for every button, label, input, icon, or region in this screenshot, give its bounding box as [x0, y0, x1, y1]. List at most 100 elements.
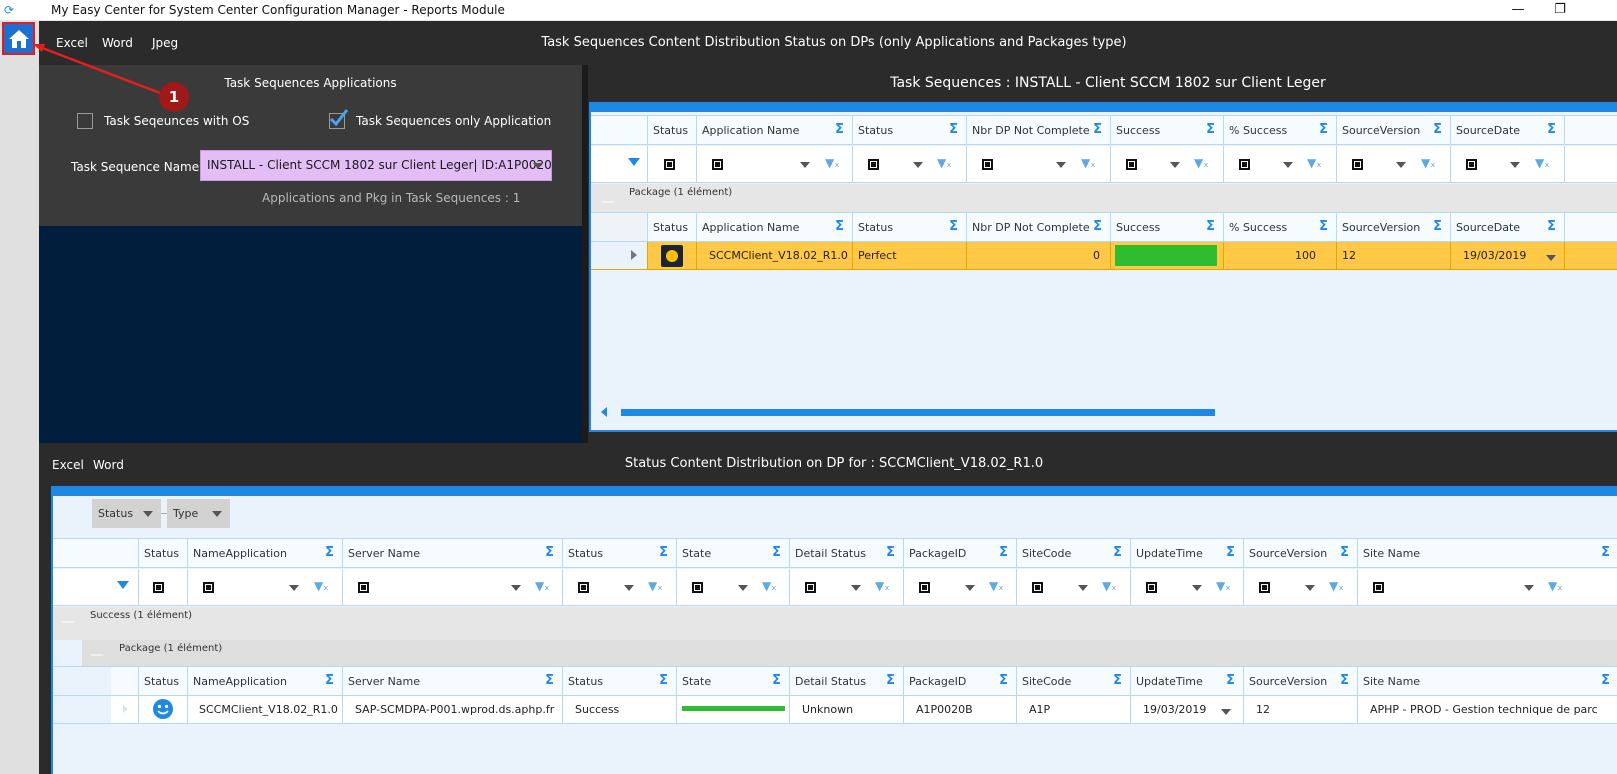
sigma-icon[interactable]: Σ: [1206, 219, 1215, 234]
clear-filter-icon[interactable]: ▼ₓ: [1216, 579, 1231, 593]
chevron-down-icon[interactable]: [289, 585, 299, 591]
clear-filter-icon[interactable]: ▼ₓ: [1535, 156, 1550, 170]
sigma-icon[interactable]: Σ: [949, 122, 958, 137]
clear-filter-icon[interactable]: ▼ₓ: [1102, 579, 1117, 593]
sigma-icon[interactable]: Σ: [1319, 122, 1328, 137]
sigma-icon[interactable]: Σ: [1093, 122, 1102, 137]
filter-operator-icon[interactable]: [1126, 159, 1137, 170]
chevron-down-icon[interactable]: [1305, 585, 1315, 591]
header-server-name[interactable]: Server Name Σ: [343, 539, 563, 567]
filter-operator-icon[interactable]: [692, 582, 703, 593]
header-update-time[interactable]: UpdateTime Σ: [1131, 539, 1244, 567]
sigma-icon[interactable]: Σ: [1226, 545, 1235, 560]
filter-operator-icon[interactable]: [1466, 159, 1477, 170]
header-source-version[interactable]: SourceVersion Σ: [1244, 667, 1358, 695]
header-state[interactable]: State Σ: [677, 667, 790, 695]
filter-operator-icon[interactable]: [1239, 159, 1250, 170]
clear-filter-icon[interactable]: ▼ₓ: [1081, 156, 1096, 170]
collapse-icon[interactable]: —: [601, 194, 615, 210]
collapse-icon[interactable]: —: [61, 614, 75, 630]
sigma-icon[interactable]: Σ: [1206, 122, 1215, 137]
header-site-code[interactable]: SiteCode Σ: [1017, 667, 1131, 695]
home-button[interactable]: [2, 22, 35, 55]
sigma-icon[interactable]: Σ: [325, 673, 334, 688]
sigma-icon[interactable]: Σ: [659, 673, 668, 688]
sigma-icon[interactable]: Σ: [1113, 545, 1122, 560]
checkbox-ts-with-os[interactable]: [77, 113, 93, 129]
header-percent-success[interactable]: % Success Σ: [1224, 116, 1337, 144]
sigma-icon[interactable]: Σ: [999, 673, 1008, 688]
chevron-down-icon[interactable]: [913, 162, 923, 168]
filter-operator-icon[interactable]: [358, 582, 369, 593]
sigma-icon[interactable]: Σ: [1226, 673, 1235, 688]
filter-operator-icon[interactable]: [1373, 582, 1384, 593]
sigma-icon[interactable]: Σ: [1547, 122, 1556, 137]
filter-operator-icon[interactable]: [1032, 582, 1043, 593]
header-nbr-dp[interactable]: Nbr DP Not Complete Σ: [967, 213, 1111, 241]
sigma-icon[interactable]: Σ: [545, 545, 554, 560]
chevron-down-icon[interactable]: [1170, 162, 1180, 168]
ts-name-dropdown[interactable]: INSTALL - Client SCCM 1802 sur Client Le…: [200, 150, 552, 181]
header-detail-status[interactable]: Detail Status Σ: [790, 539, 904, 567]
chevron-down-icon[interactable]: [738, 585, 748, 591]
chevron-down-icon[interactable]: [1078, 585, 1088, 591]
filter-operator-icon[interactable]: [1146, 582, 1157, 593]
header-status-icon[interactable]: Status: [139, 539, 188, 567]
collapse-icon[interactable]: —: [90, 647, 104, 663]
filter-operator-icon[interactable]: [153, 582, 164, 593]
sigma-icon[interactable]: Σ: [1093, 219, 1102, 234]
header-source-version[interactable]: SourceVersion Σ: [1337, 116, 1451, 144]
clear-filter-icon[interactable]: ▼ₓ: [648, 579, 663, 593]
header-state[interactable]: State Σ: [677, 539, 790, 567]
sigma-icon[interactable]: Σ: [1601, 545, 1610, 560]
panel-splitter[interactable]: [582, 65, 588, 443]
sigma-icon[interactable]: Σ: [886, 673, 895, 688]
group-chip-status[interactable]: Status: [92, 499, 161, 528]
header-status[interactable]: Status Σ: [563, 667, 677, 695]
sigma-icon[interactable]: Σ: [659, 545, 668, 560]
header-success[interactable]: Success Σ: [1111, 213, 1224, 241]
clear-filter-icon[interactable]: ▼ₓ: [937, 156, 952, 170]
scroll-left-icon[interactable]: [601, 407, 607, 417]
sigma-icon[interactable]: Σ: [1340, 673, 1349, 688]
header-status-icon[interactable]: Status: [139, 667, 188, 695]
filter-operator-icon[interactable]: [982, 159, 993, 170]
sigma-icon[interactable]: Σ: [1433, 122, 1442, 137]
chevron-down-icon[interactable]: [1546, 255, 1556, 261]
sigma-icon[interactable]: Σ: [1601, 673, 1610, 688]
filter-funnel-icon[interactable]: [117, 581, 129, 589]
header-percent-success[interactable]: % Success Σ: [1224, 213, 1337, 241]
header-source-version[interactable]: SourceVersion Σ: [1244, 539, 1358, 567]
header-detail-status[interactable]: Detail Status Σ: [790, 667, 904, 695]
sigma-icon[interactable]: Σ: [835, 122, 844, 137]
group-chip-type[interactable]: Type: [167, 499, 230, 528]
chevron-down-icon[interactable]: [1524, 585, 1534, 591]
table-row[interactable]: SCCMClient_V18.02_R1.0 SAP-SCMDPA-P001.w…: [53, 696, 1617, 724]
header-status-icon[interactable]: Status: [648, 213, 697, 241]
chevron-down-icon[interactable]: [1221, 709, 1231, 715]
header-status-icon[interactable]: Status: [648, 116, 697, 144]
header-update-time[interactable]: UpdateTime Σ: [1131, 667, 1244, 695]
clear-filter-icon[interactable]: ▼ₓ: [875, 579, 890, 593]
clear-filter-icon[interactable]: ▼ₓ: [1194, 156, 1209, 170]
chevron-down-icon[interactable]: [965, 585, 975, 591]
sigma-icon[interactable]: Σ: [999, 545, 1008, 560]
filter-operator-icon[interactable]: [203, 582, 214, 593]
chevron-down-icon[interactable]: [1192, 585, 1202, 591]
clear-filter-icon[interactable]: ▼ₓ: [989, 579, 1004, 593]
filter-operator-icon[interactable]: [1352, 159, 1363, 170]
filter-operator-icon[interactable]: [664, 159, 675, 170]
header-application-name[interactable]: Application Name Σ: [697, 116, 853, 144]
chevron-down-icon[interactable]: [851, 585, 861, 591]
expand-arrow-icon[interactable]: [631, 250, 637, 260]
filter-operator-icon[interactable]: [868, 159, 879, 170]
header-status[interactable]: Status Σ: [853, 213, 967, 241]
sigma-icon[interactable]: Σ: [1433, 219, 1442, 234]
chevron-down-icon[interactable]: [511, 585, 521, 591]
clear-filter-icon[interactable]: ▼ₓ: [535, 579, 550, 593]
sigma-icon[interactable]: Σ: [772, 673, 781, 688]
row-expander[interactable]: [111, 696, 139, 723]
filter-operator-icon[interactable]: [1259, 582, 1270, 593]
chevron-down-icon[interactable]: [800, 162, 810, 168]
chevron-down-icon[interactable]: [1396, 162, 1406, 168]
